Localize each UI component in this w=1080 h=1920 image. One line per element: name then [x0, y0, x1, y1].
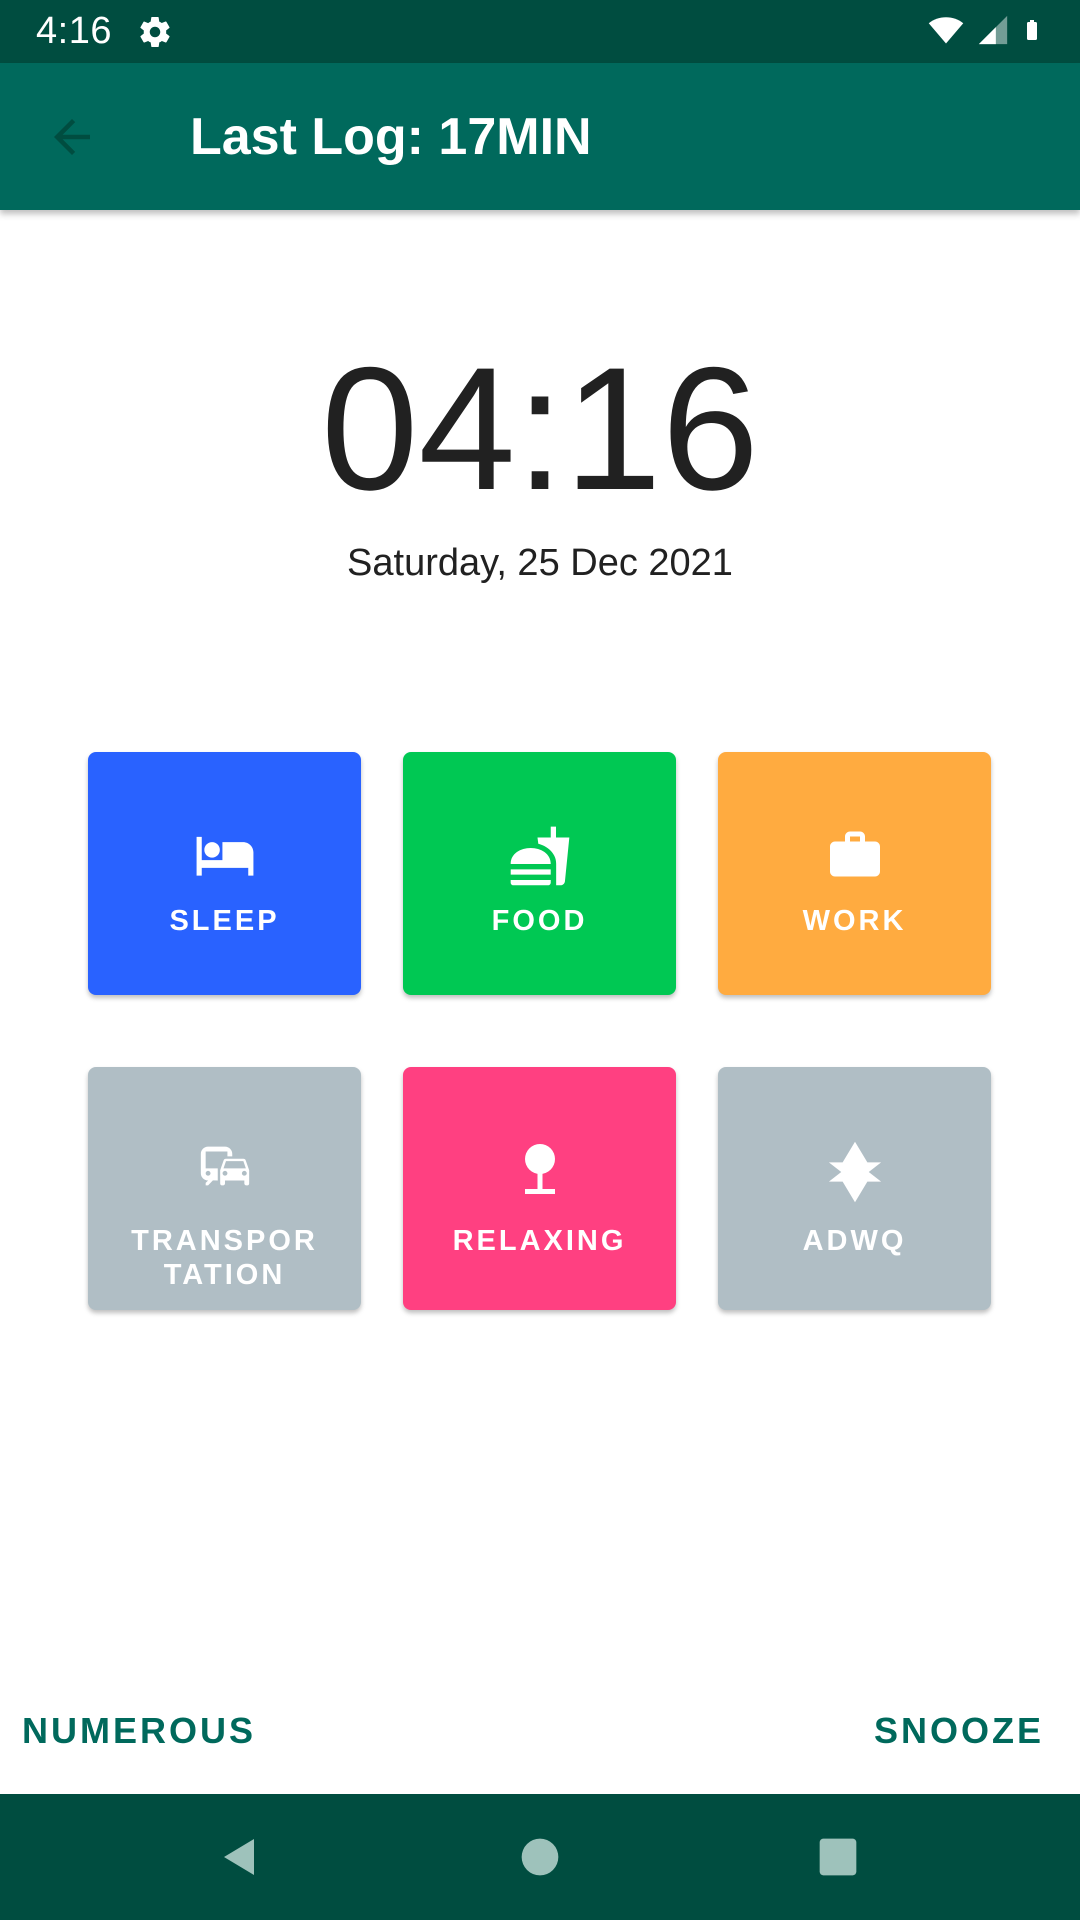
back-button[interactable] [36, 103, 108, 175]
triangle-back-icon [224, 1839, 254, 1875]
activity-tile-food[interactable]: FOOD [403, 752, 676, 995]
wifi-icon [926, 12, 966, 53]
snooze-button[interactable]: SNOOZE [874, 1710, 1044, 1752]
activity-label: RELAXING [452, 1225, 627, 1257]
square-recents-icon [819, 1838, 857, 1876]
app-bar: Last Log: 17MIN [0, 63, 1080, 210]
status-icons [926, 14, 1044, 50]
activity-tile-adwq[interactable]: ADWQ [718, 1067, 991, 1310]
activity-label-line1: TRANSPOR [131, 1225, 318, 1257]
battery-icon [1020, 12, 1044, 53]
status-bar: 4:16 [0, 0, 1080, 63]
activity-label: ADWQ [802, 1225, 907, 1257]
arrow-back-icon [45, 110, 99, 169]
circle-home-icon [521, 1838, 559, 1876]
nav-home-button[interactable] [510, 1827, 570, 1887]
signal-icon [976, 12, 1010, 53]
fastfood-icon [403, 824, 676, 886]
nav-back-button[interactable] [210, 1827, 270, 1887]
clock-time: 04:16 [321, 332, 759, 527]
activity-label: SLEEP [169, 905, 280, 937]
clock-date: Saturday, 25 Dec 2021 [347, 542, 733, 584]
activity-tile-sleep[interactable]: SLEEP [88, 752, 361, 995]
system-nav-bar [0, 1794, 1080, 1920]
settings-icon [137, 14, 173, 50]
page-title: Last Log: 17MIN [190, 108, 592, 166]
star-of-david-icon [718, 1139, 991, 1203]
bed-icon [88, 824, 361, 880]
activity-label: WORK [802, 905, 907, 937]
status-time: 4:16 [36, 10, 112, 52]
nav-recents-button[interactable] [808, 1827, 868, 1887]
activity-tile-relaxing[interactable]: RELAXING [403, 1067, 676, 1310]
activity-label-line2: TATION [163, 1259, 286, 1291]
activity-tile-transportation[interactable]: TRANSPOR TATION [88, 1067, 361, 1310]
commute-icon [88, 1137, 361, 1193]
activity-tile-work[interactable]: WORK [718, 752, 991, 995]
tree-icon [403, 1139, 676, 1195]
numerous-button[interactable]: NUMEROUS [22, 1710, 256, 1752]
briefcase-icon [718, 824, 991, 880]
activity-label: FOOD [491, 905, 588, 937]
